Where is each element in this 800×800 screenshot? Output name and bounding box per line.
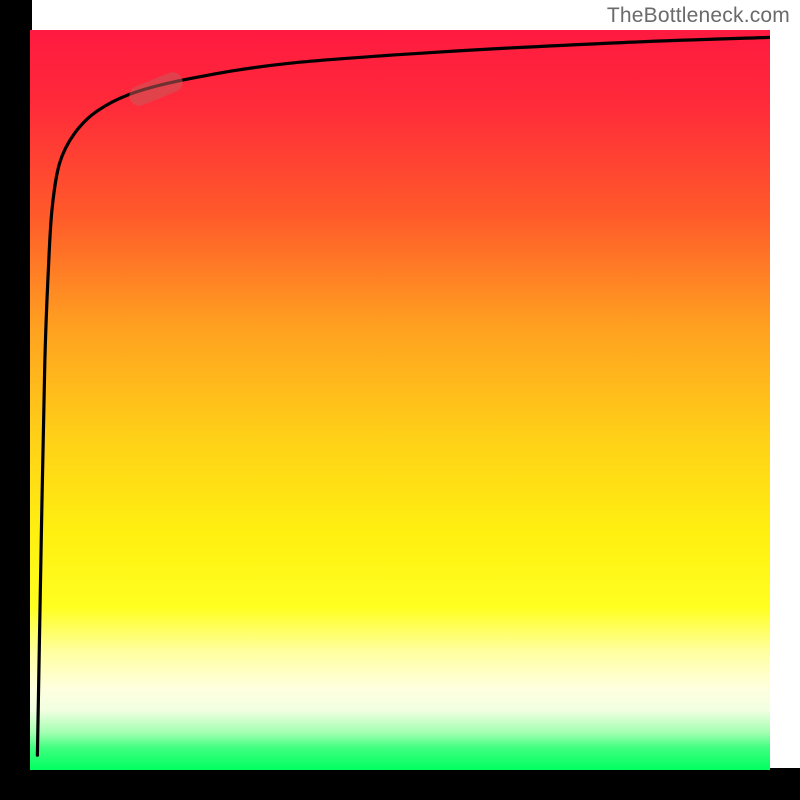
- curve-layer: [30, 30, 770, 770]
- curve-path: [37, 37, 770, 755]
- y-axis: [0, 0, 32, 800]
- plot-area: [30, 30, 770, 770]
- watermark-text: TheBottleneck.com: [607, 4, 790, 28]
- x-axis: [0, 768, 800, 800]
- chart-frame: TheBottleneck.com: [0, 0, 800, 800]
